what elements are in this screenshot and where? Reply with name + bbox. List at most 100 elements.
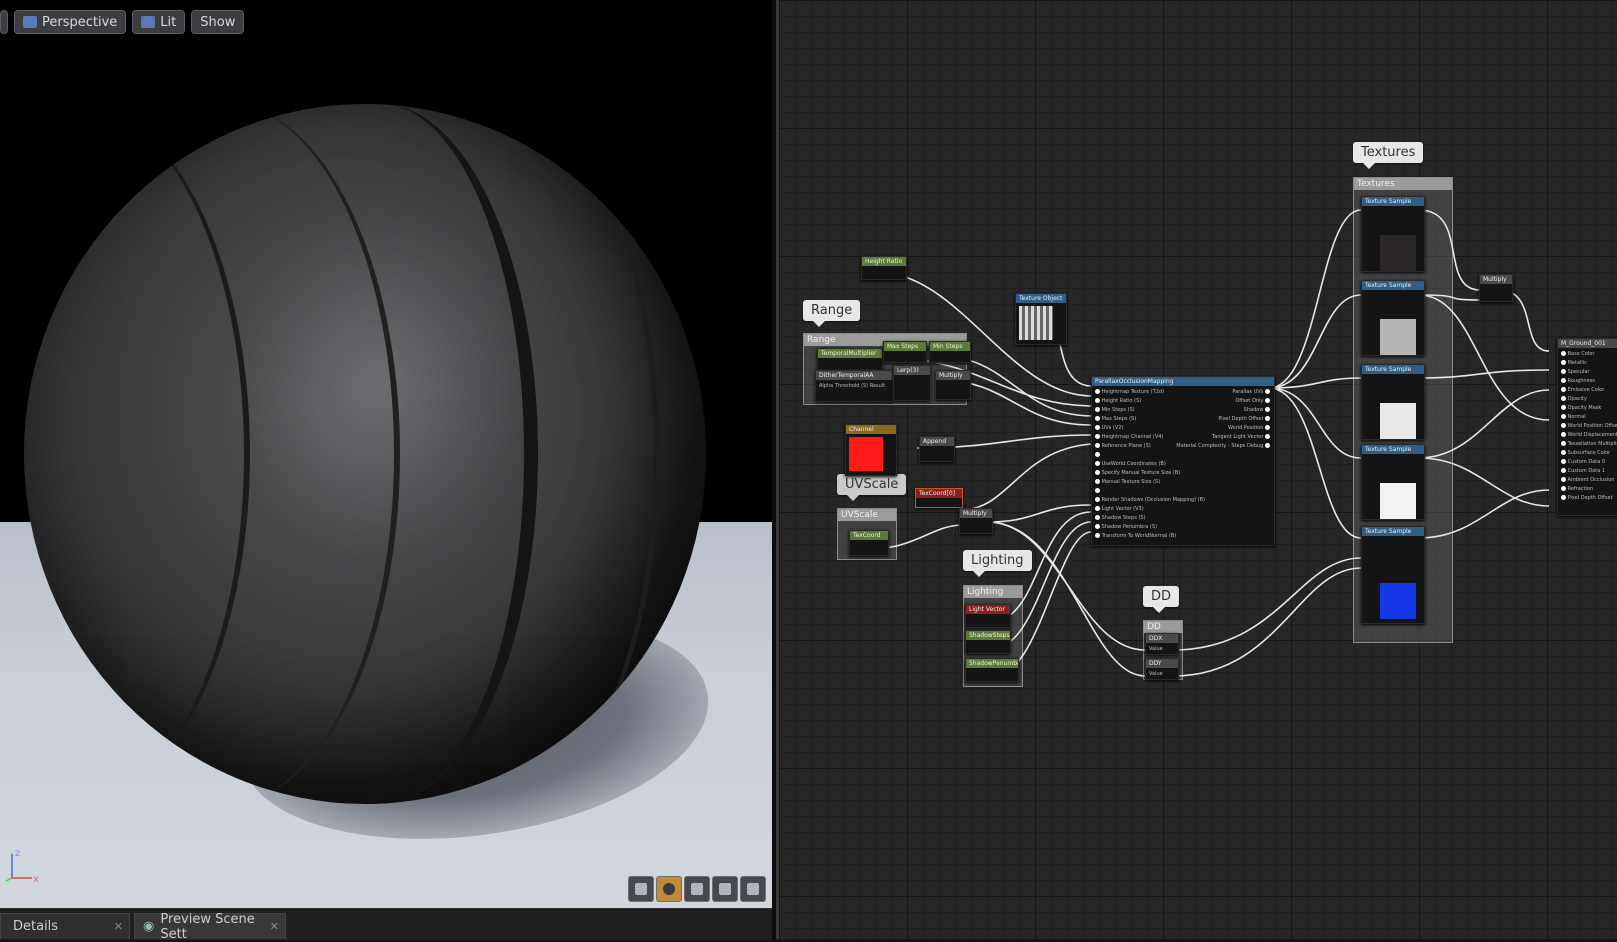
result-input-pin[interactable]: Custom Data 0 <box>1561 458 1617 467</box>
node-min-steps[interactable]: Min Steps <box>929 341 971 363</box>
pom-input-pin[interactable] <box>1095 487 1271 496</box>
node-texture-sample-2[interactable]: Texture Sample <box>1361 280 1425 356</box>
pom-output-pin[interactable]: Parallax UVs <box>1176 388 1270 397</box>
pin-icon[interactable] <box>1561 468 1566 473</box>
pin-icon[interactable] <box>1095 452 1100 457</box>
pom-output-pin[interactable]: Material Complexity - Steps Debug <box>1176 442 1270 451</box>
pin-icon[interactable] <box>1265 416 1270 421</box>
tab-details[interactable]: Details ✕ <box>0 913 130 939</box>
pin-icon[interactable] <box>1095 515 1100 520</box>
node-ddx[interactable]: DDX Value <box>1145 633 1179 655</box>
pin-icon[interactable] <box>1095 389 1100 394</box>
node-light-vector[interactable]: Light Vector <box>965 604 1011 628</box>
node-lerp[interactable]: Lerp(3) <box>893 365 931 401</box>
preview-sphere-button[interactable] <box>656 876 682 902</box>
node-texture-sample-1[interactable]: Texture Sample <box>1361 196 1425 272</box>
pin-icon[interactable] <box>1561 441 1566 446</box>
pin-icon[interactable] <box>1095 488 1100 493</box>
pin-icon[interactable] <box>1265 434 1270 439</box>
pom-input-pin[interactable]: Shadow Penumbra (S) <box>1095 523 1271 532</box>
result-input-pin[interactable]: Refraction <box>1561 485 1617 494</box>
node-ddy[interactable]: DDY Value <box>1145 658 1179 680</box>
result-input-pin[interactable]: Opacity <box>1561 395 1617 404</box>
pin-icon[interactable] <box>1095 479 1100 484</box>
node-parallax-occlusion-mapping[interactable]: ParallaxOcclusionMapping Heightmap Textu… <box>1091 376 1275 546</box>
pin-icon[interactable] <box>1265 407 1270 412</box>
lit-button[interactable]: Lit <box>132 10 186 34</box>
pin-icon[interactable] <box>1095 524 1100 529</box>
pom-input-pin[interactable] <box>1095 451 1271 460</box>
node-height-ratio[interactable]: Height Ratio <box>861 256 907 280</box>
node-dither-temporal-aa[interactable]: DitherTemporalAA Alpha Threshold (S) Res… <box>815 370 893 402</box>
pin-icon[interactable] <box>1095 497 1100 502</box>
preview-plane-button[interactable] <box>684 876 710 902</box>
preview-mesh-button[interactable] <box>740 876 766 902</box>
node-texture-object[interactable]: Texture Object <box>1015 293 1067 345</box>
result-input-pin[interactable]: Subsurface Color <box>1561 449 1617 458</box>
result-input-pin[interactable]: Metallic <box>1561 359 1617 368</box>
perspective-button[interactable]: Perspective <box>14 10 127 34</box>
viewport-menu-button[interactable] <box>0 10 8 34</box>
pin-icon[interactable] <box>1561 450 1566 455</box>
pom-output-pin[interactable]: Tangent Light Vector <box>1176 433 1270 442</box>
node-multiply-output[interactable]: Multiply <box>1479 274 1513 302</box>
pom-input-pin[interactable]: Shadow Steps (S) <box>1095 514 1271 523</box>
pom-input-pin[interactable]: Transform To WorldNormal (B) <box>1095 532 1271 541</box>
node-texture-sample-3[interactable]: Texture Sample <box>1361 364 1425 440</box>
close-icon[interactable]: ✕ <box>114 920 123 933</box>
material-preview-viewport[interactable]: Perspective Lit Show z x <box>0 0 772 908</box>
node-max-steps[interactable]: Max Steps <box>883 341 927 363</box>
pin-icon[interactable] <box>1095 506 1100 511</box>
pin-icon[interactable] <box>1561 459 1566 464</box>
result-input-pin[interactable]: Emissive Color <box>1561 386 1617 395</box>
pin-icon[interactable] <box>1095 533 1100 538</box>
pin-icon[interactable] <box>1561 486 1566 491</box>
pin-icon[interactable] <box>1561 405 1566 410</box>
close-icon[interactable]: ✕ <box>270 920 279 933</box>
result-input-pin[interactable]: Pixel Depth Offset <box>1561 494 1617 503</box>
pin-icon[interactable] <box>1561 360 1566 365</box>
pin-icon[interactable] <box>1561 432 1566 437</box>
pin-icon[interactable] <box>1095 416 1100 421</box>
pin-icon[interactable] <box>1265 425 1270 430</box>
pin-icon[interactable] <box>1095 461 1100 466</box>
pom-output-pin[interactable]: Offset Only <box>1176 397 1270 406</box>
node-multiply-range[interactable]: Multiply <box>935 370 971 400</box>
node-material-result[interactable]: M_Ground_001 Base Color Metallic Specula… <box>1557 338 1617 516</box>
pin-icon[interactable] <box>1265 398 1270 403</box>
node-append[interactable]: Append <box>919 436 955 462</box>
node-texcoord-uvscale[interactable]: TexCoord <box>849 530 889 556</box>
result-input-pin[interactable]: Ambient Occlusion <box>1561 476 1617 485</box>
pin-icon[interactable] <box>1561 351 1566 356</box>
pin-icon[interactable] <box>1265 443 1270 448</box>
pin-icon[interactable] <box>1561 477 1566 482</box>
material-graph-canvas[interactable]: Textures Textures Range Range UVScale UV… <box>776 0 1617 939</box>
result-input-pin[interactable]: Base Color <box>1561 350 1617 359</box>
pom-input-pin[interactable]: Light Vector (V3) <box>1095 505 1271 514</box>
node-channel[interactable]: Channel <box>845 424 897 476</box>
result-input-pin[interactable]: Specular <box>1561 368 1617 377</box>
pom-output-pin[interactable]: World Position <box>1176 424 1270 433</box>
pin-icon[interactable] <box>1561 378 1566 383</box>
pin-icon[interactable] <box>1561 396 1566 401</box>
pin-icon[interactable] <box>1095 434 1100 439</box>
pin-icon[interactable] <box>1095 443 1100 448</box>
pom-input-pin[interactable]: UseWorld Coordinates (B) <box>1095 460 1271 469</box>
result-input-pin[interactable]: World Position Offset <box>1561 422 1617 431</box>
result-input-pin[interactable]: Custom Data 1 <box>1561 467 1617 476</box>
pom-output-pin[interactable]: Pixel Depth Offset <box>1176 415 1270 424</box>
tab-preview-scene-settings[interactable]: ◉ Preview Scene Sett ✕ <box>134 912 286 942</box>
result-input-pin[interactable]: Tessellation Multiplier <box>1561 440 1617 449</box>
pom-input-pin[interactable]: Manual Texture Size (S) <box>1095 478 1271 487</box>
node-temporal-multiplier[interactable]: TemporalMultiplier <box>817 348 883 370</box>
pin-icon[interactable] <box>1561 414 1566 419</box>
pom-output-pin[interactable]: Shadow <box>1176 406 1270 415</box>
show-button[interactable]: Show <box>191 10 245 34</box>
node-shadow-penumbra[interactable]: ShadowPenumbra <box>965 658 1019 682</box>
node-multiply-uv[interactable]: Multiply <box>959 508 993 534</box>
node-texture-sample-5[interactable]: Texture Sample <box>1361 526 1425 624</box>
result-input-pin[interactable]: World Displacement <box>1561 431 1617 440</box>
result-input-pin[interactable]: Normal <box>1561 413 1617 422</box>
pin-icon[interactable] <box>1095 425 1100 430</box>
pin-icon[interactable] <box>1095 398 1100 403</box>
